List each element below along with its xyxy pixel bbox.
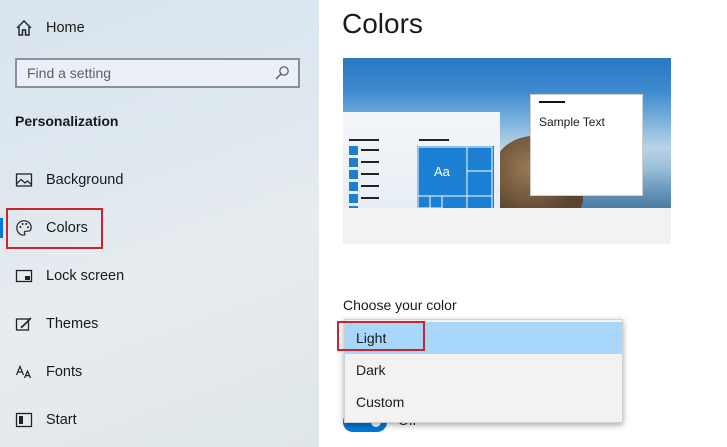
preview-taskbar (343, 208, 671, 244)
sidebar-item-start[interactable]: Start (0, 398, 319, 442)
sidebar-item-background[interactable]: Background (0, 158, 319, 202)
image-icon (15, 173, 33, 187)
option-label: Custom (356, 394, 405, 410)
sidebar-item-label: Themes (46, 316, 99, 332)
sample-text: Sample Text (539, 115, 605, 129)
themes-icon (15, 317, 32, 331)
fonts-icon (15, 364, 32, 379)
sidebar-item-label: Start (46, 412, 77, 428)
choose-color-label: Choose your color (343, 297, 457, 313)
home-link[interactable]: Home (0, 6, 319, 50)
active-indicator (0, 218, 3, 238)
sample-window: Sample Text (530, 94, 643, 196)
sidebar-item-label: Lock screen (46, 268, 125, 284)
section-title: Personalization (15, 113, 119, 129)
lock-screen-icon (15, 269, 33, 283)
sidebar-item-label: Background (46, 172, 124, 188)
tile-text: Aa (434, 164, 450, 179)
sidebar-item-lock-screen[interactable]: Lock screen (0, 254, 319, 298)
sidebar-item-themes[interactable]: Themes (0, 302, 319, 346)
option-custom[interactable]: Custom (345, 386, 622, 418)
search-input[interactable] (27, 64, 267, 82)
colors-highlight-box (6, 208, 103, 249)
sidebar-item-fonts[interactable]: Fonts (0, 350, 319, 394)
light-highlight-box (337, 321, 425, 351)
search-icon[interactable] (274, 65, 290, 81)
option-label: Dark (356, 362, 386, 378)
home-icon (16, 20, 32, 36)
option-dark[interactable]: Dark (345, 354, 622, 386)
sample-window-titlebar (539, 101, 565, 103)
sidebar-item-label: Fonts (46, 364, 83, 380)
page-title: Colors (342, 8, 423, 39)
theme-preview: Aa Sample Text (343, 58, 671, 244)
home-label: Home (46, 20, 85, 36)
search-box[interactable] (15, 58, 300, 88)
start-icon (15, 412, 33, 428)
sidebar: Home Personalization Background Colors L… (0, 0, 319, 447)
